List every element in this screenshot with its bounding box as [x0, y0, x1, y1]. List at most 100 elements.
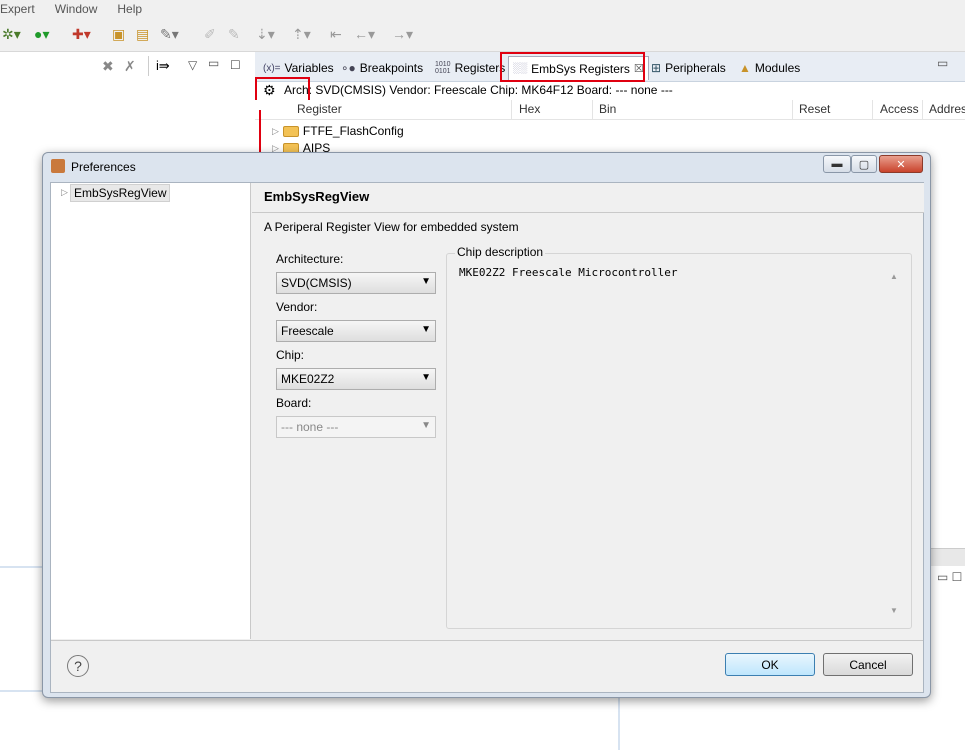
- back-icon[interactable]: ←▾: [354, 25, 375, 43]
- maximize-icon[interactable]: ☐: [230, 58, 241, 72]
- tab-breakpoints-label: Breakpoints: [359, 61, 424, 75]
- tab-variables[interactable]: (x)= Variables: [263, 58, 334, 78]
- col-address[interactable]: Address: [929, 102, 965, 116]
- breakpoints-icon: ∘●: [341, 61, 356, 75]
- page-title: EmbSysRegView: [264, 189, 370, 204]
- red-arrow: [259, 110, 261, 152]
- table-row[interactable]: ▷ FTFE_FlashConfig: [272, 124, 404, 138]
- main-toolbar: ✲▾ ●▾ ✚▾ ▣ ▤ ✎▾ ✐ ✎ ⇣▾ ⇡▾ ⇤ ←▾ →▾: [0, 18, 965, 52]
- brush-icon[interactable]: ✎▾: [160, 25, 179, 43]
- next-annotation-icon[interactable]: ⇣▾: [256, 25, 275, 43]
- remove-all-icon[interactable]: ✖: [102, 58, 114, 75]
- chip-description-textarea[interactable]: MKE02Z2 Freescale Microcontroller ▲ ▼: [451, 262, 906, 622]
- highlight-box: [500, 52, 645, 82]
- minimize-icon[interactable]: ▭: [208, 56, 219, 70]
- chevron-down-icon: ▼: [421, 276, 431, 287]
- info-text: Arch: SVD(CMSIS) Vendor: Freescale Chip:…: [284, 83, 673, 97]
- menu-help[interactable]: Help: [117, 2, 142, 16]
- expand-arrow-icon[interactable]: ▷: [272, 126, 279, 137]
- board-select[interactable]: --- none --- ▼: [276, 416, 436, 438]
- tab-variables-label: Variables: [284, 61, 334, 75]
- minimize-button[interactable]: ▬: [823, 155, 851, 173]
- dialog-button-bar: ? OK Cancel: [51, 640, 923, 692]
- chevron-down-icon: ▼: [421, 420, 431, 431]
- menu-expert[interactable]: Expert: [0, 2, 35, 16]
- dialog-title: Preferences: [71, 160, 136, 174]
- maximize-button[interactable]: ▢: [851, 155, 877, 173]
- vendor-value: Freescale: [281, 324, 334, 338]
- col-register[interactable]: Register: [297, 102, 342, 116]
- forward-icon[interactable]: →▾: [392, 25, 413, 43]
- ok-button[interactable]: OK: [725, 653, 815, 676]
- close-button[interactable]: ✕: [879, 155, 923, 173]
- embsys-info-bar: ⚙ Arch: SVD(CMSIS) Vendor: Freescale Chi…: [255, 82, 965, 100]
- prev-annotation-icon[interactable]: ⇡▾: [292, 25, 311, 43]
- menu-window[interactable]: Window: [55, 2, 98, 16]
- chip-label: Chip:: [276, 348, 305, 362]
- run-icon[interactable]: ●▾: [34, 25, 49, 43]
- folder-icon[interactable]: ▤: [136, 25, 149, 43]
- chevron-down-icon: ▼: [421, 372, 431, 383]
- page-header: EmbSysRegView: [252, 183, 924, 213]
- scroll-up-icon[interactable]: ▲: [890, 272, 898, 281]
- chevron-down-icon: ▼: [421, 324, 431, 335]
- divider: [0, 566, 42, 568]
- open-folder-icon[interactable]: ▣: [112, 25, 125, 43]
- register-table-header: Register Hex Bin Reset Access Address: [255, 100, 965, 120]
- separator: [148, 56, 149, 76]
- modules-icon: ▲: [739, 61, 751, 75]
- tab-peripherals-label: Peripherals: [665, 61, 726, 75]
- view-menu-icon[interactable]: ▽: [188, 58, 197, 72]
- left-view-toolbar: ✖ ✗ i⇛ ▽ ▭ ☐: [0, 52, 255, 82]
- col-bin[interactable]: Bin: [599, 102, 616, 116]
- vendor-select[interactable]: Freescale ▼: [276, 320, 436, 342]
- chip-description-label: Chip description: [455, 245, 546, 259]
- folder-icon: [282, 125, 299, 137]
- page-description: A Periperal Register View for embedded s…: [264, 220, 519, 234]
- chip-description-text: MKE02Z2 Freescale Microcontroller: [459, 266, 678, 279]
- architecture-select[interactable]: SVD(CMSIS) ▼: [276, 272, 436, 294]
- pencil-icon: ✐: [204, 26, 216, 42]
- architecture-label: Architecture:: [276, 252, 344, 266]
- step-icon[interactable]: i⇛: [156, 58, 170, 74]
- registers-icon: 1010 0101: [435, 61, 451, 75]
- preferences-nav-tree: ▷ EmbSysRegView: [51, 183, 251, 639]
- tab-registers-label: Registers: [454, 61, 506, 75]
- col-hex[interactable]: Hex: [519, 102, 540, 116]
- external-tools-icon[interactable]: ✚▾: [72, 25, 91, 43]
- tab-peripherals[interactable]: ⊞ Peripherals: [651, 58, 726, 78]
- nav-item-embsysregview[interactable]: EmbSysRegView: [70, 184, 171, 202]
- scroll-down-icon[interactable]: ▼: [890, 606, 898, 615]
- tab-modules[interactable]: ▲ Modules: [739, 58, 800, 78]
- preferences-dialog: Preferences ▬ ▢ ✕ ▷ EmbSysRegView EmbSys…: [42, 152, 931, 698]
- col-reset[interactable]: Reset: [799, 102, 830, 116]
- cancel-button[interactable]: Cancel: [823, 653, 913, 676]
- architecture-value: SVD(CMSIS): [281, 276, 352, 290]
- col-access[interactable]: Access: [880, 102, 919, 116]
- edit-icon: ✎: [228, 26, 240, 42]
- scrollbar-remnant: [931, 548, 965, 566]
- row-label: FTFE_FlashConfig: [302, 124, 404, 138]
- tab-registers[interactable]: 1010 0101 Registers: [435, 58, 505, 78]
- debug-icon[interactable]: ✲▾: [2, 25, 21, 43]
- divider: [0, 690, 42, 692]
- peripherals-icon: ⊞: [651, 61, 662, 75]
- tab-modules-label: Modules: [754, 61, 801, 75]
- chip-value: MKE02Z2: [281, 372, 335, 386]
- help-icon[interactable]: ?: [67, 655, 89, 677]
- menu-bar: Expert Window Help: [0, 0, 965, 18]
- preference-page: EmbSysRegView A Periperal Register View …: [252, 183, 924, 639]
- last-edit-icon[interactable]: ⇤: [330, 25, 342, 43]
- chip-select[interactable]: MKE02Z2 ▼: [276, 368, 436, 390]
- chip-description-group: Chip description MKE02Z2 Freescale Micro…: [446, 245, 912, 629]
- vendor-label: Vendor:: [276, 300, 318, 314]
- minimize-icon[interactable]: ▭: [937, 56, 948, 70]
- dialog-body: ▷ EmbSysRegView EmbSysRegView A Peripera…: [50, 182, 924, 693]
- board-value: --- none ---: [281, 420, 339, 434]
- divider: [618, 698, 620, 750]
- expand-arrow-icon[interactable]: ▷: [61, 187, 68, 198]
- tab-breakpoints[interactable]: ∘● Breakpoints: [341, 58, 423, 78]
- remove-icon[interactable]: ✗: [124, 58, 136, 75]
- preferences-icon: [51, 159, 65, 173]
- minimize-icon[interactable]: ▭ ☐: [931, 570, 965, 590]
